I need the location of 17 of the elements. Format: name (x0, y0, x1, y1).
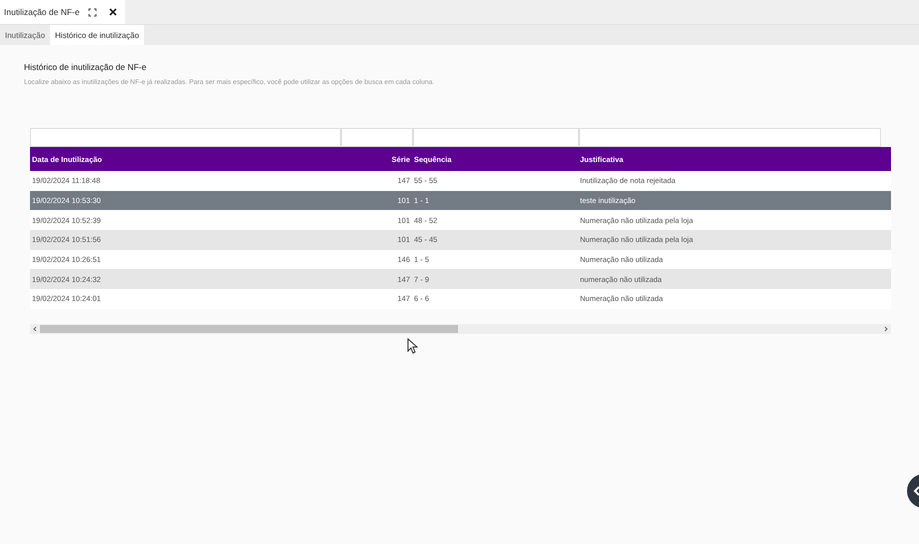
filter-field[interactable] (413, 128, 579, 147)
maximize-icon[interactable] (88, 8, 97, 16)
filter-field[interactable] (579, 128, 881, 147)
tab[interactable]: Histórico de inutilização (50, 25, 144, 45)
filter-field[interactable] (30, 128, 341, 147)
scroll-right-icon[interactable] (883, 326, 889, 332)
close-icon[interactable] (108, 8, 117, 16)
document-tab[interactable]: Inutilização de NF-e (0, 0, 125, 24)
filter-field[interactable] (341, 128, 413, 147)
scrollbar-thumb[interactable] (40, 324, 458, 333)
mouse-pointer-icon (407, 338, 418, 354)
chevron-left-icon[interactable] (913, 486, 919, 496)
document-tab-title: Inutilização de NF-e (4, 7, 80, 17)
section-heading: Histórico de inutilização de NF-e (24, 62, 148, 72)
scroll-left-icon[interactable] (32, 326, 38, 332)
tab[interactable]: Inutilização (0, 25, 50, 45)
horizontal-scrollbar[interactable] (30, 324, 891, 334)
